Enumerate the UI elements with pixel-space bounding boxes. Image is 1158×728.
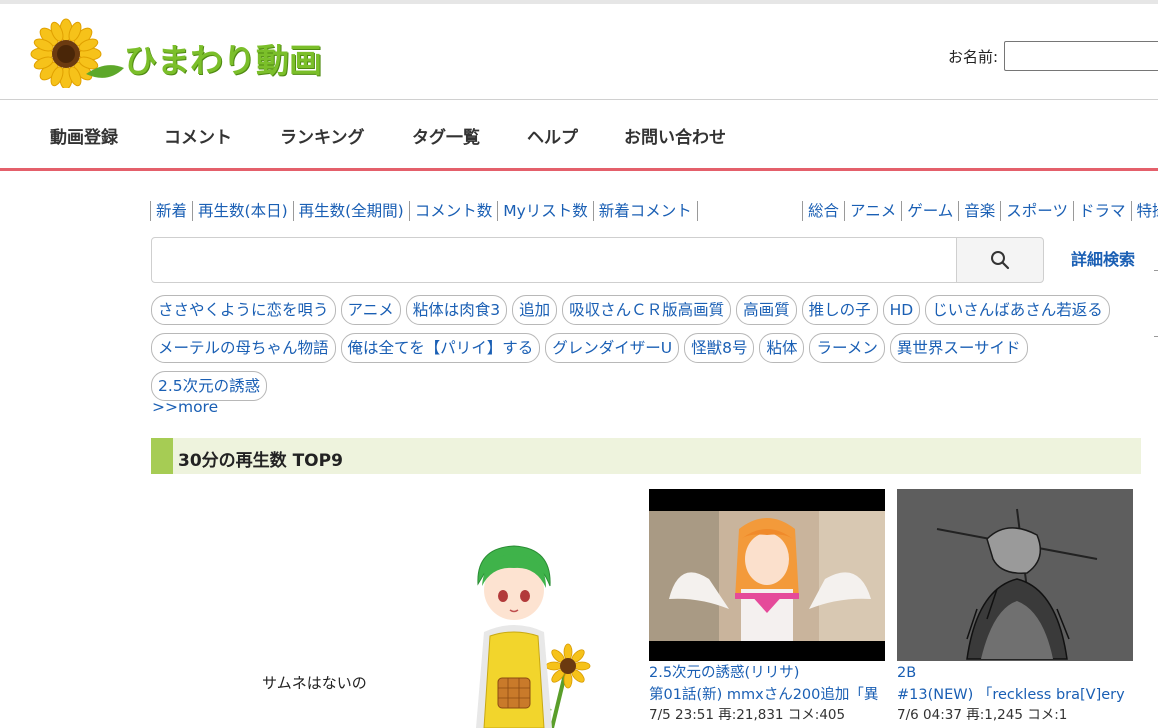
- popular-tags: ささやくように恋を唄う アニメ 粘体は肉食3 追加 吸収さんＣＲ版高画質 高画質…: [151, 295, 1151, 409]
- nav-help[interactable]: ヘルプ: [527, 123, 578, 148]
- video-meta: 7/6 04:37 再:1,245 コメ:1: [897, 707, 1068, 723]
- sort-comment-count[interactable]: コメント数: [408, 201, 498, 221]
- section-header: 30分の再生数 TOP9: [151, 438, 1141, 474]
- section-accent-bar: [151, 438, 173, 474]
- main-nav: 動画登録 コメント ランキング タグ一覧 ヘルプ お問い合わせ: [0, 101, 1158, 171]
- tag-item[interactable]: 怪獣8号: [684, 333, 755, 363]
- category-all[interactable]: 総合: [802, 201, 844, 221]
- sort-mylist-count[interactable]: Myリスト数: [497, 201, 593, 221]
- name-input[interactable]: [1004, 41, 1158, 71]
- tag-item[interactable]: 推しの子: [801, 295, 878, 325]
- tag-item[interactable]: アニメ: [340, 295, 401, 325]
- video-meta: 7/5 23:51 再:21,831 コメ:405: [649, 707, 846, 723]
- category-links: 総合 アニメ ゲーム 音楽 スポーツ ドラマ 特撮: [802, 198, 1158, 224]
- tag-item[interactable]: じいさんばあさん若返る: [925, 295, 1110, 325]
- nav-comments[interactable]: コメント: [164, 123, 232, 148]
- edge-tick: [1154, 270, 1158, 271]
- sort-links: 新着 再生数(本日) 再生数(全期間) コメント数 Myリスト数 新着コメント: [150, 198, 698, 224]
- tag-item[interactable]: 2.5次元の誘惑: [151, 371, 268, 401]
- video-title-line2[interactable]: 第01話(新) mmxさん200追加「異: [649, 685, 891, 705]
- section-title: 30分の再生数 TOP9: [178, 451, 343, 471]
- sort-new-comments[interactable]: 新着コメント: [592, 201, 698, 221]
- tag-item[interactable]: 異世界スーサイド: [889, 333, 1028, 363]
- category-sports[interactable]: スポーツ: [1000, 201, 1073, 221]
- tag-item[interactable]: グレンダイザーU: [545, 333, 680, 363]
- tag-item[interactable]: 粘体: [759, 333, 805, 363]
- video-card: 2.5次元の誘惑(リリサ) 第01話(新) mmxさん200追加「異 7/5 2…: [649, 489, 885, 725]
- more-tags-link[interactable]: >>more: [152, 398, 218, 416]
- video-thumbnail-image: [897, 489, 1133, 661]
- search-button[interactable]: [956, 237, 1044, 283]
- tag-item[interactable]: 俺は全てを【パリイ】する: [340, 333, 541, 363]
- edge-tick: [1154, 336, 1158, 337]
- nav-upload[interactable]: 動画登録: [50, 123, 118, 148]
- category-anime[interactable]: アニメ: [844, 201, 901, 221]
- tag-item[interactable]: HD: [882, 295, 921, 325]
- category-game[interactable]: ゲーム: [901, 201, 958, 221]
- mascot-illustration: [476, 545, 591, 728]
- site-header: ひまわり動画 お名前:: [0, 4, 1158, 100]
- video-title-line2[interactable]: #13(NEW) 「reckless bra[V]ery: [897, 685, 1139, 705]
- category-music[interactable]: 音楽: [958, 201, 1000, 221]
- sunflower-icon: [30, 18, 124, 88]
- video-thumbnail[interactable]: [649, 489, 885, 661]
- video-title-line1[interactable]: 2B: [897, 663, 1139, 683]
- video-thumbnail[interactable]: [897, 489, 1133, 661]
- sort-views-all[interactable]: 再生数(全期間): [292, 201, 409, 221]
- tag-item[interactable]: メーテルの母ちゃん物語: [151, 333, 336, 363]
- tag-item[interactable]: 高画質: [736, 295, 797, 325]
- nav-contact[interactable]: お問い合わせ: [624, 123, 726, 148]
- no-thumbnail-text: サムネはないの: [262, 674, 367, 692]
- nav-tag-list[interactable]: タグ一覧: [412, 123, 480, 148]
- nav-ranking[interactable]: ランキング: [280, 123, 365, 148]
- sort-new[interactable]: 新着: [150, 201, 192, 221]
- name-label: お名前:: [948, 48, 999, 66]
- video-thumbnail-image: [649, 489, 885, 661]
- tag-item[interactable]: 追加: [512, 295, 558, 325]
- category-drama[interactable]: ドラマ: [1072, 201, 1131, 221]
- search-icon: [991, 251, 1010, 270]
- category-tokusatsu[interactable]: 特撮: [1130, 201, 1158, 221]
- video-title-line1[interactable]: 2.5次元の誘惑(リリサ): [649, 663, 891, 683]
- advanced-search-link[interactable]: 詳細検索: [1071, 246, 1135, 270]
- search-input[interactable]: [151, 237, 957, 283]
- tag-item[interactable]: ささやくように恋を唄う: [151, 295, 336, 325]
- tag-item[interactable]: ラーメン: [809, 333, 885, 363]
- sort-views-today[interactable]: 再生数(本日): [192, 201, 293, 221]
- tag-item[interactable]: 粘体は肉食3: [405, 295, 508, 325]
- site-logo[interactable]: ひまわり動画: [28, 18, 338, 88]
- logo-text: ひまわり動画: [124, 41, 322, 80]
- video-card: 2B #13(NEW) 「reckless bra[V]ery 7/6 04:3…: [897, 489, 1133, 725]
- tag-item[interactable]: 吸収さんＣＲ版高画質: [562, 295, 732, 325]
